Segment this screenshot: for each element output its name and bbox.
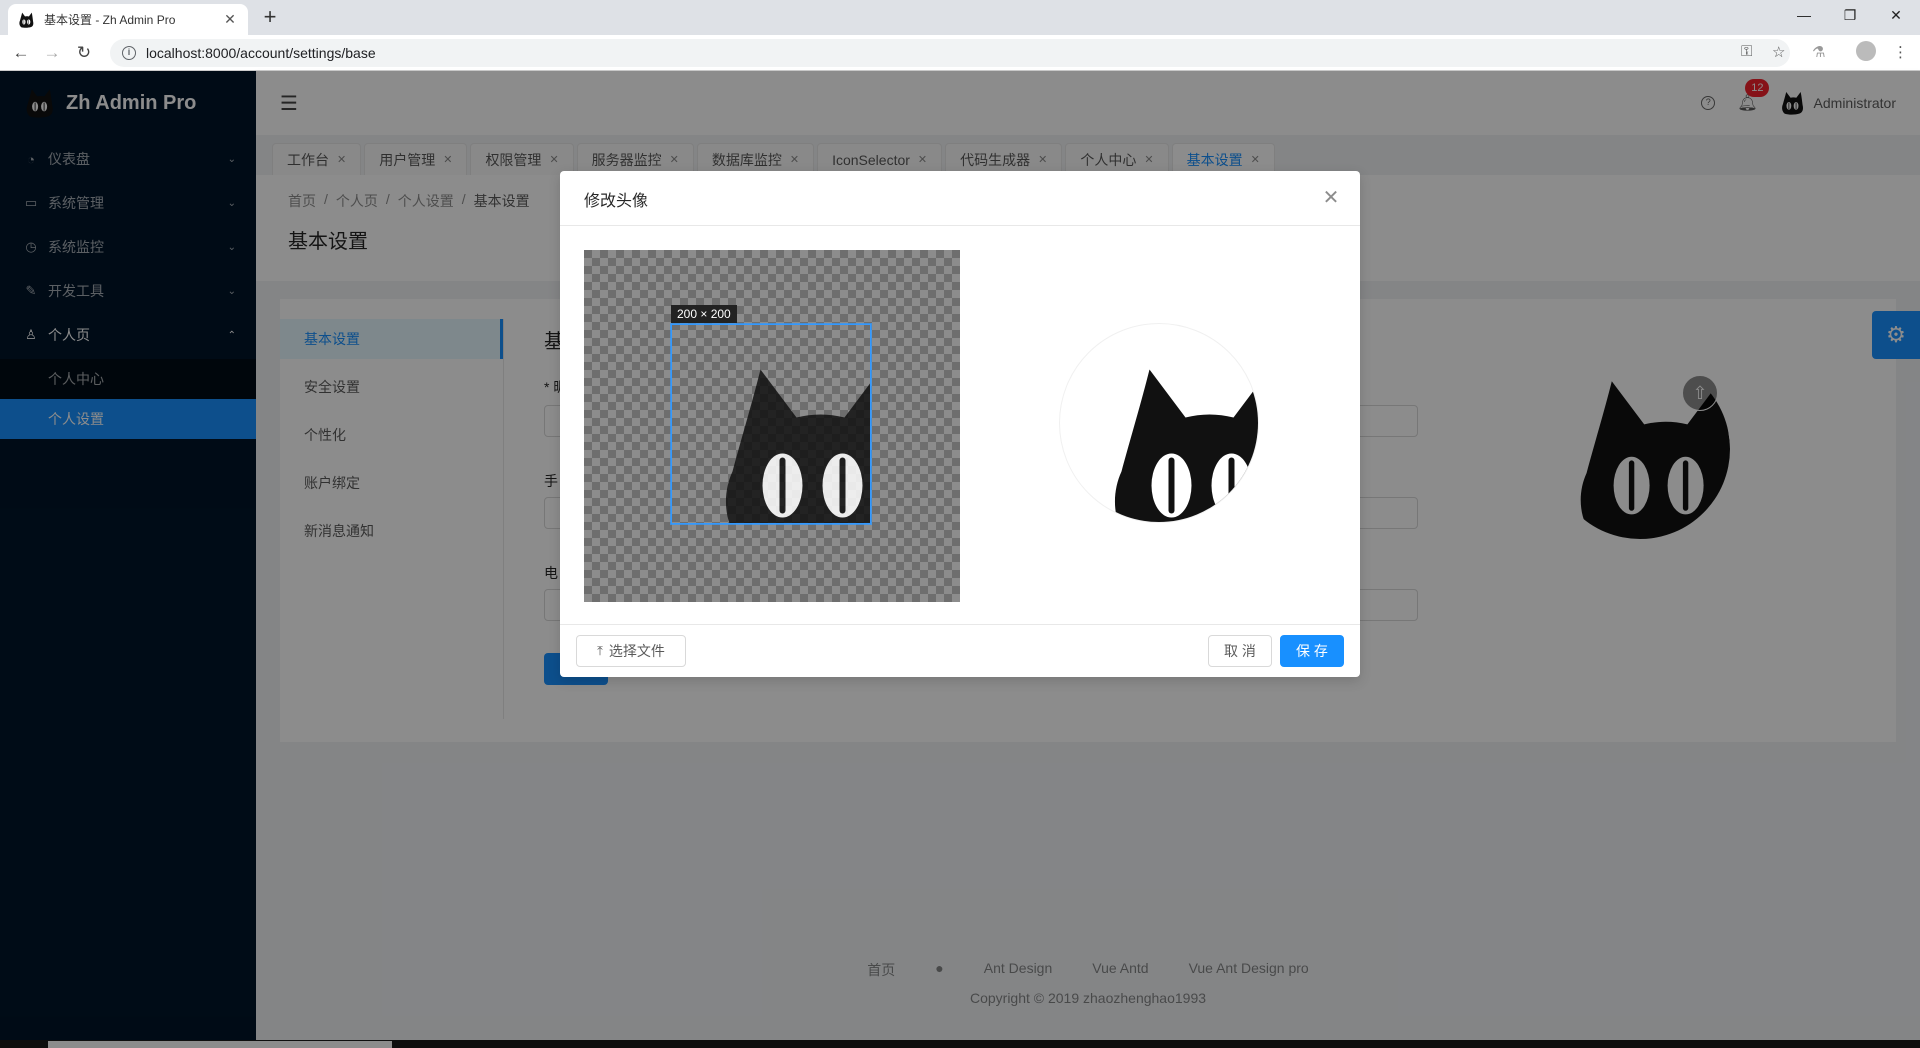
window-close-icon[interactable]: ✕ bbox=[1873, 0, 1919, 30]
avatar-preview bbox=[1059, 323, 1259, 523]
close-icon[interactable]: ✕ bbox=[1320, 185, 1342, 210]
cancel-button[interactable]: 取 消 bbox=[1208, 635, 1272, 667]
star-icon[interactable]: ☆ bbox=[1772, 43, 1785, 61]
back-icon[interactable]: ← bbox=[9, 41, 33, 65]
cancel-label: 取 消 bbox=[1224, 643, 1256, 659]
modal-footer: ⤒ 选择文件 取 消 保 存 bbox=[560, 624, 1360, 677]
avatar-modal: 修改头像 ✕ 200 × 200 ⤒ 选择文件 取 消 保 存 bbox=[560, 171, 1360, 677]
crop-size-label: 200 × 200 bbox=[671, 305, 737, 323]
select-file-button[interactable]: ⤒ 选择文件 bbox=[576, 635, 686, 667]
url-text: localhost:8000/account/settings/base bbox=[146, 45, 376, 61]
upload-icon: ⤒ bbox=[597, 643, 603, 658]
browser-tab-title: 基本设置 - Zh Admin Pro bbox=[44, 13, 176, 27]
browser-toolbar: ← → ↻ i localhost:8000/account/settings/… bbox=[0, 35, 1920, 71]
browser-tab[interactable]: 基本设置 - Zh Admin Pro ✕ bbox=[8, 4, 248, 35]
crop-box[interactable] bbox=[670, 323, 872, 525]
new-tab-icon[interactable]: + bbox=[258, 6, 282, 30]
close-icon[interactable]: ✕ bbox=[222, 11, 238, 28]
profile-icon[interactable] bbox=[1856, 41, 1876, 61]
browser-tab-strip: 基本设置 - Zh Admin Pro ✕ + — ❐ ✕ bbox=[0, 0, 1920, 35]
reload-icon[interactable]: ↻ bbox=[72, 41, 96, 65]
key-icon[interactable]: ⚿ bbox=[1741, 43, 1752, 60]
extension-icon[interactable]: ⚗ bbox=[1812, 43, 1825, 61]
info-icon[interactable]: i bbox=[122, 46, 136, 60]
preview-image bbox=[1060, 324, 1259, 523]
minimize-icon[interactable]: — bbox=[1781, 0, 1827, 30]
save-label: 保 存 bbox=[1296, 643, 1328, 659]
address-bar[interactable]: i localhost:8000/account/settings/base bbox=[110, 39, 1790, 67]
forward-icon[interactable]: → bbox=[40, 41, 64, 65]
cat-favicon-icon bbox=[18, 12, 34, 28]
save-button[interactable]: 保 存 bbox=[1280, 635, 1344, 667]
restore-icon[interactable]: ❐ bbox=[1827, 0, 1873, 30]
more-vertical-icon[interactable]: ⋮ bbox=[1893, 43, 1908, 61]
select-file-label: 选择文件 bbox=[608, 643, 665, 659]
image-cropper[interactable]: 200 × 200 bbox=[584, 250, 960, 602]
modal-title: 修改头像 bbox=[560, 171, 1360, 226]
